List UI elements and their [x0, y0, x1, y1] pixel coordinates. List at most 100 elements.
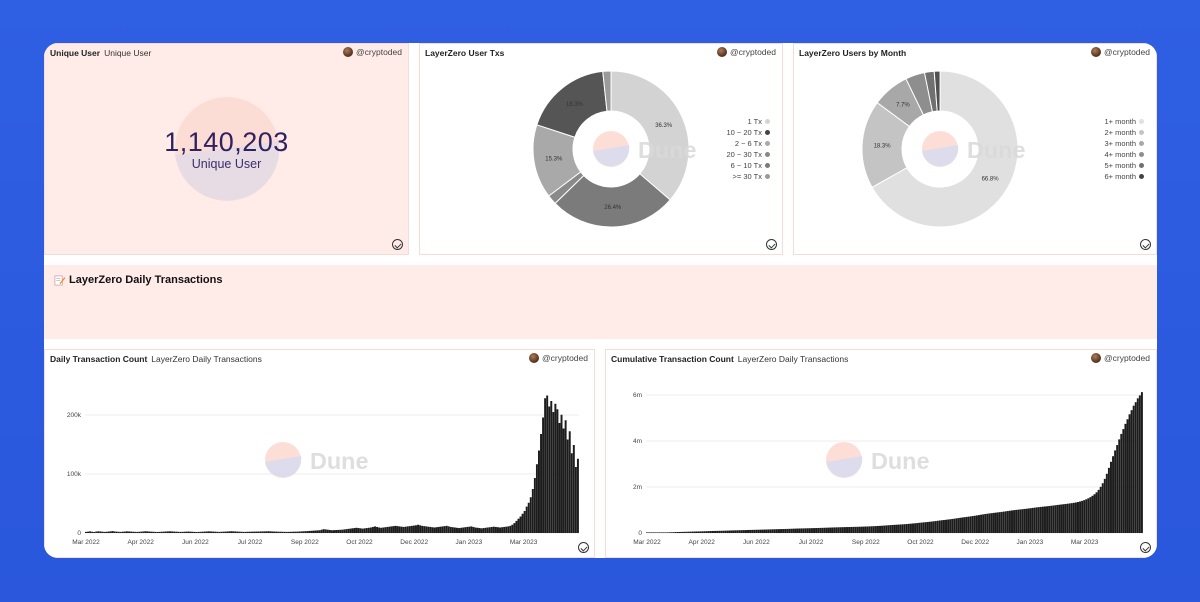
bar[interactable]: [963, 517, 966, 533]
bar[interactable]: [1041, 506, 1044, 533]
bar[interactable]: [1072, 502, 1075, 533]
bar[interactable]: [357, 528, 360, 533]
bar[interactable]: [848, 527, 851, 533]
bar[interactable]: [796, 528, 799, 533]
bar[interactable]: [402, 526, 405, 533]
bar[interactable]: [521, 513, 524, 533]
bar[interactable]: [443, 526, 446, 533]
bar[interactable]: [478, 528, 481, 533]
bar[interactable]: [107, 531, 110, 533]
author-link[interactable]: @cryptoded: [343, 47, 402, 57]
bar[interactable]: [703, 531, 706, 533]
bar[interactable]: [1060, 504, 1063, 533]
bar[interactable]: [978, 515, 980, 533]
bar[interactable]: [763, 529, 766, 533]
bar[interactable]: [361, 528, 364, 533]
bar[interactable]: [1058, 504, 1061, 533]
bar[interactable]: [852, 526, 855, 533]
bar[interactable]: [831, 527, 834, 533]
bar[interactable]: [1089, 497, 1092, 533]
bar[interactable]: [232, 531, 235, 533]
bar[interactable]: [460, 527, 463, 533]
bar[interactable]: [271, 531, 274, 533]
bar[interactable]: [255, 531, 258, 533]
bar[interactable]: [1130, 410, 1133, 533]
bar[interactable]: [158, 531, 161, 533]
bar[interactable]: [1029, 508, 1032, 533]
bar[interactable]: [1077, 502, 1079, 533]
bar[interactable]: [932, 521, 935, 533]
bar[interactable]: [718, 530, 721, 533]
bar[interactable]: [757, 529, 760, 533]
bar[interactable]: [205, 531, 208, 533]
bar[interactable]: [566, 439, 569, 534]
bar[interactable]: [568, 431, 571, 533]
bar[interactable]: [751, 529, 754, 533]
bar[interactable]: [800, 528, 803, 533]
bar[interactable]: [664, 532, 667, 533]
bar[interactable]: [283, 531, 286, 533]
bar[interactable]: [421, 525, 424, 533]
bar[interactable]: [862, 526, 865, 533]
bar[interactable]: [380, 527, 383, 533]
legend-item[interactable]: 3+ month: [1074, 138, 1144, 149]
bar[interactable]: [302, 531, 305, 533]
bar[interactable]: [320, 529, 323, 533]
bar[interactable]: [883, 525, 886, 533]
bar[interactable]: [494, 526, 497, 533]
bar[interactable]: [322, 529, 325, 533]
bar[interactable]: [538, 450, 540, 534]
bar[interactable]: [417, 524, 420, 533]
bar[interactable]: [738, 530, 741, 533]
bar[interactable]: [1122, 429, 1125, 533]
bar[interactable]: [441, 526, 444, 533]
bar[interactable]: [123, 531, 126, 533]
bar[interactable]: [333, 530, 335, 533]
bar[interactable]: [415, 525, 417, 533]
bar[interactable]: [540, 434, 543, 533]
bar[interactable]: [304, 531, 307, 533]
bar[interactable]: [674, 532, 677, 533]
bar[interactable]: [905, 524, 908, 533]
bar[interactable]: [503, 526, 506, 533]
bar[interactable]: [279, 531, 282, 533]
bar[interactable]: [841, 527, 844, 533]
bar[interactable]: [353, 528, 356, 533]
bar[interactable]: [753, 529, 756, 533]
bar[interactable]: [396, 526, 399, 533]
bar[interactable]: [431, 527, 434, 533]
bar[interactable]: [527, 502, 530, 533]
bar[interactable]: [451, 527, 454, 533]
bar[interactable]: [938, 520, 941, 533]
bar[interactable]: [975, 515, 978, 533]
bar[interactable]: [1095, 492, 1098, 533]
bar[interactable]: [870, 526, 873, 533]
bar[interactable]: [492, 526, 495, 533]
bar[interactable]: [994, 512, 997, 533]
bar[interactable]: [410, 525, 413, 533]
bar[interactable]: [1000, 511, 1003, 533]
bar[interactable]: [244, 531, 247, 533]
bar[interactable]: [728, 530, 731, 533]
bar[interactable]: [97, 531, 100, 533]
bar[interactable]: [736, 530, 739, 533]
bar[interactable]: [707, 531, 710, 533]
bar[interactable]: [874, 526, 877, 533]
bar[interactable]: [318, 530, 321, 533]
bar[interactable]: [154, 531, 157, 533]
bar[interactable]: [263, 531, 266, 533]
bar[interactable]: [113, 531, 116, 533]
bar[interactable]: [1050, 505, 1053, 533]
bar[interactable]: [724, 530, 727, 533]
bar[interactable]: [300, 531, 303, 533]
bar[interactable]: [837, 527, 840, 533]
bar[interactable]: [507, 526, 510, 533]
bar[interactable]: [347, 528, 350, 533]
bar[interactable]: [343, 529, 346, 533]
bar[interactable]: [509, 525, 512, 533]
bar[interactable]: [400, 526, 403, 533]
bar[interactable]: [146, 531, 149, 533]
bar[interactable]: [248, 531, 251, 533]
bar[interactable]: [128, 531, 130, 533]
bar[interactable]: [117, 531, 120, 533]
